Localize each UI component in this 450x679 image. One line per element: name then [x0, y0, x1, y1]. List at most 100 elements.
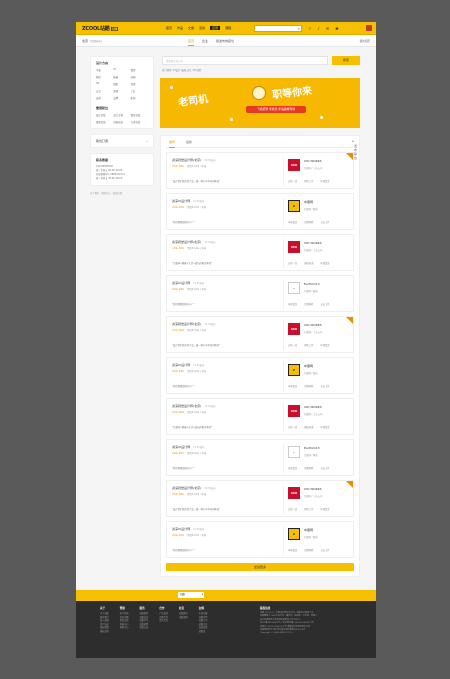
manage-item[interactable]: 创意总监	[113, 120, 130, 124]
tab-latest[interactable]: 最新	[186, 140, 192, 144]
design-direction-item[interactable]: 游戏	[113, 89, 130, 93]
company-logo[interactable]: UID	[288, 487, 300, 499]
company-logo[interactable]: UID	[288, 241, 300, 253]
company-name[interactable]: UID WORKS	[304, 405, 322, 409]
manage-item[interactable]: 视觉总监	[131, 113, 148, 117]
company-name[interactable]: UID WORKS	[304, 487, 322, 491]
zcool-logo[interactable]: ZCOOL站酷 招聘	[82, 25, 119, 32]
top-nav-item[interactable]: 课程	[225, 26, 231, 30]
upload-icon[interactable]: ⇪	[308, 25, 311, 32]
job-title[interactable]: 资深视觉设计师(北京) 11:35发布	[172, 486, 216, 490]
job-card[interactable]: 资深UI设计师 11:35发布 20k-25k 经验5-10年 / 本科 "你的理想是做…	[166, 439, 354, 476]
publish-job-link[interactable]: ⊕ 发布职位	[352, 140, 357, 160]
job-card[interactable]: 资深UI设计师 11:35发布 20k-25k 经验5-10年 / 本科 "你的理想是做…	[166, 357, 354, 394]
company-name[interactable]: Earth2113	[304, 446, 320, 450]
footer-link[interactable]: 帮助中心	[120, 626, 129, 630]
load-more-button[interactable]: 加载更多	[166, 563, 354, 571]
company-logo[interactable]: UID	[288, 323, 300, 335]
design-direction-item[interactable]: 交互	[96, 89, 113, 93]
job-title[interactable]: 资深视觉设计师(北京) 11:35发布	[172, 240, 216, 244]
mail-icon[interactable]: ✉	[326, 25, 329, 32]
avatar[interactable]	[366, 25, 372, 31]
footer-link[interactable]: 站酷奖	[199, 630, 208, 634]
job-card[interactable]: 资深UI设计师 11:35发布 20k-25k 经验5-10年 / 本科 "你的理想是做…	[166, 193, 354, 230]
design-direction-item[interactable]: 网页	[96, 75, 113, 79]
job-card[interactable]: 资深视觉设计师(北京) 11:35发布 15k-30k 经验5-10年 / 本科 "设计…	[166, 152, 354, 189]
manage-item[interactable]: 设计主管	[113, 113, 130, 117]
tab-recommend[interactable]: 推荐	[169, 140, 176, 148]
job-card[interactable]: 资深视觉设计师(北京) 11:35发布 15k-30k 经验5-10年 / 本科 "设计…	[166, 316, 354, 353]
design-direction-item[interactable]: 品牌	[113, 96, 130, 100]
company-meta: 互联网 / 移动	[304, 208, 318, 211]
design-direction-item[interactable]: 影视	[131, 96, 148, 100]
company-logo[interactable]: Z	[288, 364, 300, 376]
my-resume-link[interactable]: 我的简历	[360, 39, 370, 43]
company-name[interactable]: UID WORKS	[304, 159, 322, 163]
sub-tab[interactable]: 企业	[202, 39, 208, 46]
footer-link[interactable]: 商务合作	[159, 619, 168, 623]
search-icon[interactable]: ⌕	[298, 26, 300, 31]
company-name[interactable]: Earth2113	[304, 282, 320, 286]
job-title[interactable]: 资深UI设计师 11:35发布	[172, 527, 204, 531]
top-nav-item[interactable]: 招聘	[210, 26, 221, 30]
job-card[interactable]: 资深视觉设计师(北京) 11:35发布 15k-30k 经验5-10年 / 本科 "互联…	[166, 234, 354, 271]
search-button[interactable]: 搜索	[332, 56, 360, 65]
job-title[interactable]: 资深视觉设计师(北京) 11:35发布	[172, 404, 216, 408]
manage-item[interactable]: 艺术总监	[131, 120, 148, 124]
job-subscribe-box[interactable]: 职位订阅 →	[90, 134, 154, 148]
design-direction-item[interactable]: 插画	[113, 75, 130, 79]
job-card[interactable]: 资深UI设计师 11:35发布 20k-25k 经验5-10年 / 本科 "你的理想是做…	[166, 275, 354, 312]
design-direction-item[interactable]: 动画	[131, 75, 148, 79]
footer-link[interactable]: 版权说明	[100, 630, 109, 634]
site-select[interactable]: 站酷 ▾	[178, 592, 204, 598]
job-title[interactable]: 资深UI设计师 11:35发布	[172, 363, 204, 367]
design-direction-item[interactable]: 摄影	[113, 82, 130, 86]
job-title[interactable]: 资深UI设计师 11:35发布	[172, 445, 204, 449]
company-logo[interactable]: UID	[288, 159, 300, 171]
gear-icon[interactable]: ✱	[335, 25, 338, 32]
manage-item[interactable]: 策划总监	[96, 120, 113, 124]
top-nav-item[interactable]: 活动	[199, 26, 205, 30]
bell-icon[interactable]: ♪	[317, 25, 320, 32]
footer-link[interactable]: 站酷公益	[140, 626, 149, 630]
job-title[interactable]: 资深UI设计师 11:35发布	[172, 199, 204, 203]
footer-link[interactable]: 站酷微博	[179, 616, 188, 620]
design-direction-item[interactable]: 平面	[96, 68, 113, 72]
company-name[interactable]: 中童网	[304, 528, 313, 532]
company-logo[interactable]: UID	[288, 405, 300, 417]
company-name[interactable]: 中童网	[304, 200, 313, 204]
hot-search-words[interactable]: 热门搜索: UI设计 插画 交互 3D 视觉	[162, 68, 361, 72]
job-salary: 20k-25k 经验5-10年 / 本科	[172, 205, 206, 209]
sidebar-footer-links[interactable]: 关于我们 · 帮助中心 · 意见反馈	[90, 191, 154, 195]
design-direction-item[interactable]: 视觉	[131, 68, 148, 72]
arrow-right-icon[interactable]: →	[145, 139, 148, 143]
sub-tab[interactable]: 首页	[188, 39, 195, 46]
company-logo[interactable]: Z	[288, 200, 300, 212]
top-nav-item[interactable]: 作品	[177, 26, 183, 30]
design-direction-item[interactable]: 3D	[96, 82, 113, 86]
top-nav-item[interactable]: 文章	[188, 26, 194, 30]
top-search-input[interactable]: ⌕	[254, 25, 302, 32]
promo-banner[interactable]: 老司机 职等你来 飞机招聘 年终奖 年底跳槽专场	[160, 78, 360, 128]
top-nav-item[interactable]: 首页	[166, 26, 172, 30]
job-card[interactable]: 资深视觉设计师(北京) 11:35发布 15k-30k 经验5-10年 / 本科 "设计…	[166, 480, 354, 517]
sub-tab[interactable]: 我发布的职位	[216, 39, 234, 46]
job-title[interactable]: 资深UI设计师 11:35发布	[172, 281, 204, 285]
job-card[interactable]: 资深视觉设计师(北京) 11:35发布 15k-30k 经验5-10年 / 本科 "互联…	[166, 398, 354, 435]
design-direction-item[interactable]: 其他	[131, 82, 148, 86]
company-logo[interactable]: ~	[288, 282, 300, 294]
company-name[interactable]: UID WORKS	[304, 323, 322, 327]
city-selector[interactable]: 北京 [切换城市]	[82, 39, 102, 43]
company-logo[interactable]: ~	[288, 446, 300, 458]
job-card[interactable]: 资深UI设计师 11:35发布 20k-25k 经验5-10年 / 本科 "你的理想是做…	[166, 521, 354, 558]
manage-item[interactable]: 设计总监	[96, 113, 113, 117]
company-name[interactable]: 中童网	[304, 364, 313, 368]
design-direction-item[interactable]: 工业	[131, 89, 148, 93]
company-logo[interactable]: Z	[288, 528, 300, 540]
job-title[interactable]: 资深视觉设计师(北京) 11:35发布	[172, 322, 216, 326]
job-title[interactable]: 资深视觉设计师(北京) 11:35发布	[172, 158, 216, 162]
design-direction-item[interactable]: 运营	[96, 96, 113, 100]
design-direction-item[interactable]: UI	[113, 68, 130, 72]
company-name[interactable]: UID WORKS	[304, 241, 322, 245]
job-search-input[interactable]: 搜索职位或公司	[162, 56, 328, 65]
